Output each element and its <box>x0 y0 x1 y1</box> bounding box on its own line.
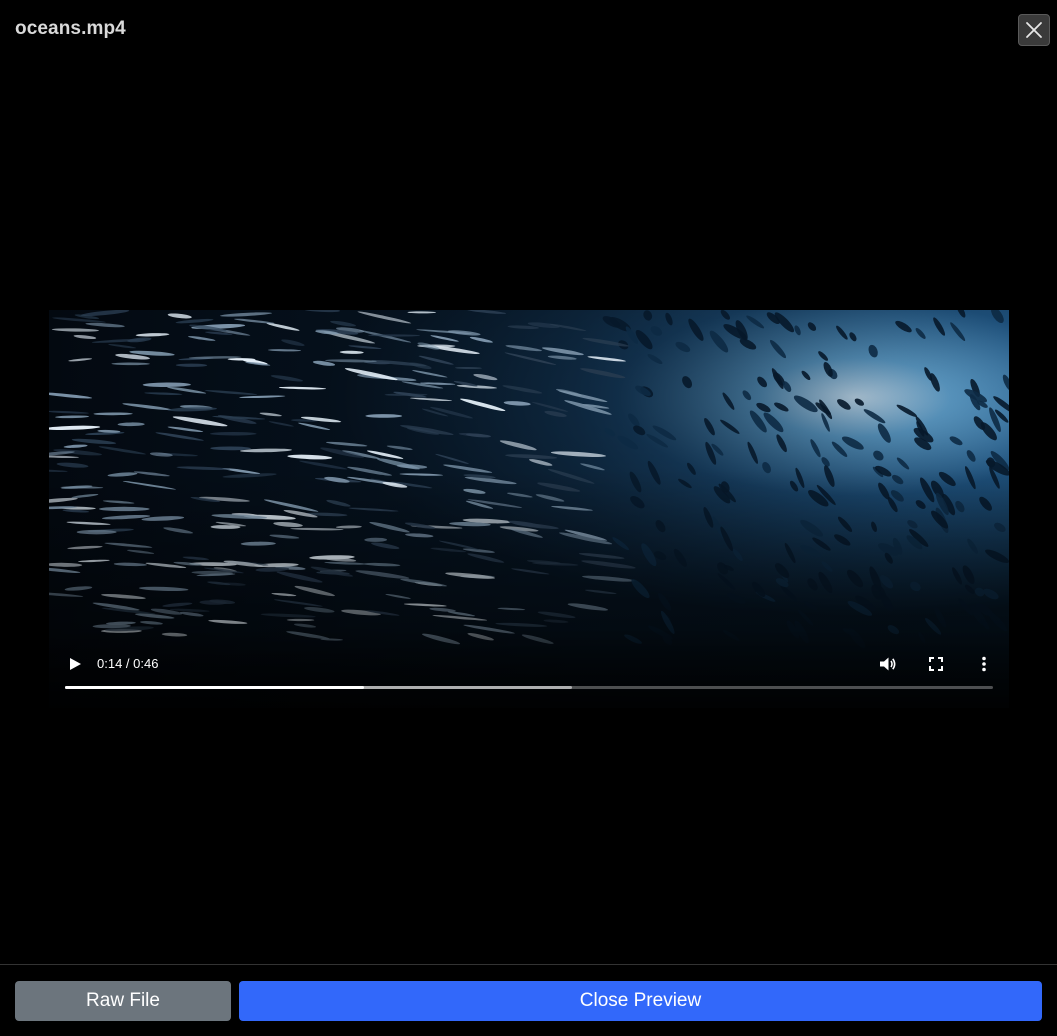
more-options-icon <box>982 656 986 672</box>
volume-icon <box>880 657 896 671</box>
close-modal-button[interactable] <box>1018 14 1050 46</box>
volume-button[interactable] <box>878 654 898 674</box>
close-icon <box>1026 22 1042 38</box>
progress-bar[interactable] <box>65 686 993 689</box>
video-preview-modal: oceans.mp4 0:14 / 0:46 Raw File Close Pr… <box>0 0 1057 1036</box>
file-title: oceans.mp4 <box>15 18 126 39</box>
more-options-button[interactable] <box>974 654 994 674</box>
play-button[interactable] <box>65 654 85 674</box>
video-player[interactable]: 0:14 / 0:46 <box>49 310 1009 708</box>
fullscreen-icon <box>929 657 943 671</box>
fullscreen-button[interactable] <box>926 654 946 674</box>
close-preview-button[interactable]: Close Preview <box>239 981 1042 1021</box>
play-icon <box>70 658 81 670</box>
video-controls: 0:14 / 0:46 <box>49 648 1009 680</box>
modal-footer: Raw File Close Preview <box>0 964 1057 1036</box>
progress-played <box>65 686 364 689</box>
raw-file-button[interactable]: Raw File <box>15 981 231 1021</box>
time-display: 0:14 / 0:46 <box>97 656 159 671</box>
